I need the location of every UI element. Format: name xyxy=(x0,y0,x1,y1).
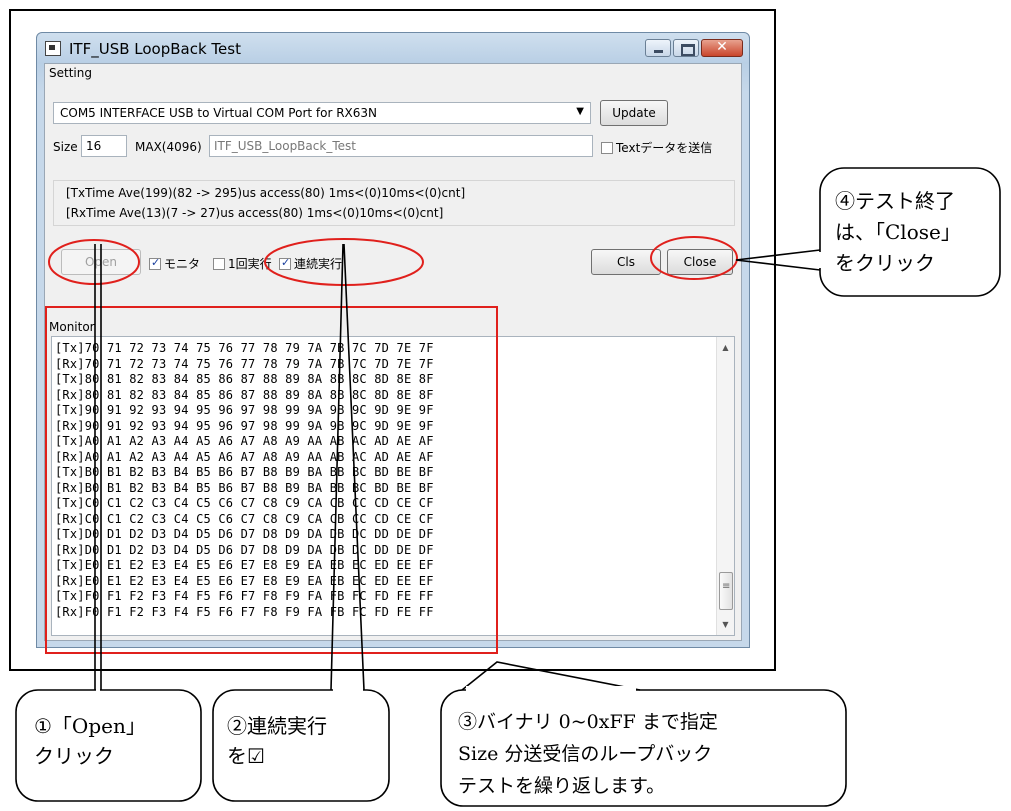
callout2-text: ②連続実行 を☑ xyxy=(227,711,327,771)
annotation-overlay xyxy=(15,167,1001,807)
callout1-text: ①「Open」 クリック xyxy=(34,711,146,771)
callout1-pointer xyxy=(94,244,102,690)
callout3-text: ③バイナリ 0~0xFF まで指定 Size 分送受信のループバック テストを繰… xyxy=(458,706,718,802)
callout4-line2: は、「Close」 xyxy=(835,220,961,244)
callout2-line2: を☑ xyxy=(227,744,265,768)
callout3-line3: テストを繰り返します。 xyxy=(458,775,666,797)
callout-pointer-masks xyxy=(96,252,822,692)
red-highlights xyxy=(45,236,738,654)
callout1-line1: ①「Open」 xyxy=(34,714,146,738)
callout1-line2: クリック xyxy=(34,744,114,768)
callout3-line1: ③バイナリ 0~0xFF まで指定 xyxy=(458,711,718,733)
close-highlight-ellipse xyxy=(650,236,738,280)
callout4-text: ④テスト終了 は、「Close」 をクリック xyxy=(835,186,961,279)
callout4-line3: をクリック xyxy=(835,251,935,275)
callout4-pointer xyxy=(735,249,821,271)
callout3-pointer xyxy=(461,661,641,691)
monitor-highlight-rect xyxy=(45,306,498,654)
open-highlight-ellipse xyxy=(48,239,140,285)
callout2-pointer xyxy=(330,243,365,691)
callout2-line1: ②連続実行 xyxy=(227,714,327,738)
callout3-line2: Size 分送受信のループバック xyxy=(458,743,713,765)
callout4-line1: ④テスト終了 xyxy=(835,189,955,213)
